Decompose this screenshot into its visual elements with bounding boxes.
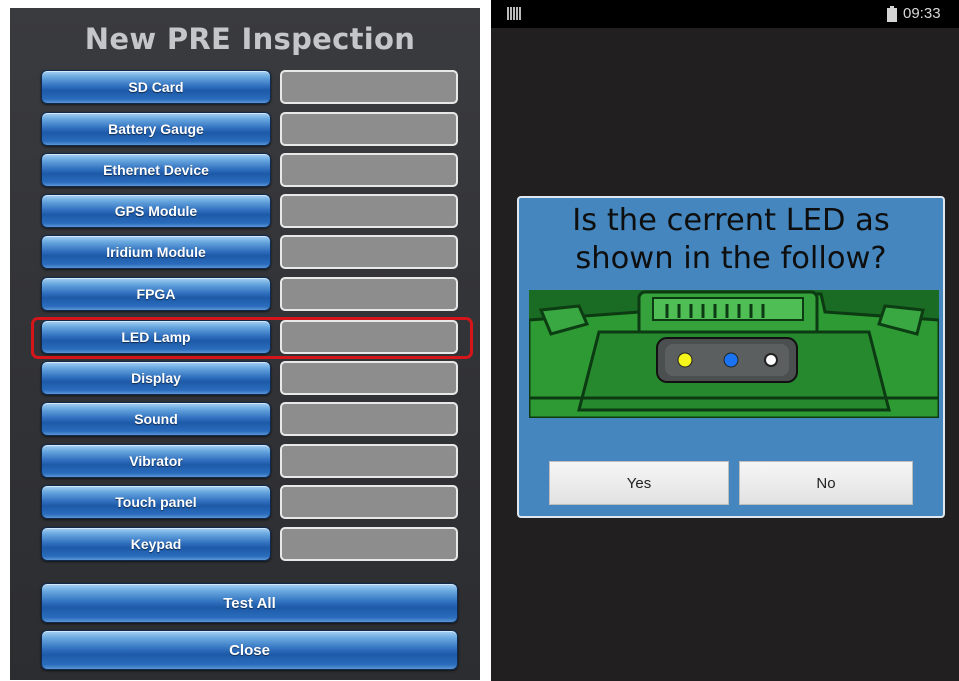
- status-time: 09:33: [903, 5, 941, 22]
- test-button-keypad[interactable]: Keypad: [41, 527, 271, 561]
- result-field-iridium-module: [280, 235, 458, 269]
- close-button[interactable]: Close: [41, 630, 458, 670]
- test-button-fpga[interactable]: FPGA: [41, 277, 271, 311]
- device-led-photo: [529, 290, 939, 418]
- result-field-sound: [280, 402, 458, 436]
- test-button-battery-gauge[interactable]: Battery Gauge: [41, 112, 271, 146]
- test-button-ethernet-device[interactable]: Ethernet Device: [41, 153, 271, 187]
- status-bar: 09:33: [491, 0, 959, 28]
- result-field-sd-card: [280, 70, 458, 104]
- test-button-gps-module[interactable]: GPS Module: [41, 194, 271, 228]
- led-lamp-highlight: [31, 317, 473, 359]
- result-field-ethernet-device: [280, 153, 458, 187]
- dialog-question: Is the cerrent LED as shown in the follo…: [572, 203, 890, 276]
- test-button-touch-panel[interactable]: Touch panel: [41, 485, 271, 519]
- no-button[interactable]: No: [739, 461, 913, 505]
- result-field-battery-gauge: [280, 112, 458, 146]
- result-field-fpga: [280, 277, 458, 311]
- page-title: New PRE Inspection: [84, 22, 416, 56]
- yes-button[interactable]: Yes: [549, 461, 729, 505]
- result-field-display: [280, 361, 458, 395]
- test-all-button[interactable]: Test All: [41, 583, 458, 623]
- led-confirm-dialog: Is the cerrent LED as shown in the follo…: [517, 196, 945, 518]
- test-button-iridium-module[interactable]: Iridium Module: [41, 235, 271, 269]
- result-field-touch-panel: [280, 485, 458, 519]
- result-field-gps-module: [280, 194, 458, 228]
- result-field-vibrator: [280, 444, 458, 478]
- test-button-sd-card[interactable]: SD Card: [41, 70, 271, 104]
- battery-icon: [887, 6, 897, 22]
- test-button-display[interactable]: Display: [41, 361, 271, 395]
- test-button-vibrator[interactable]: Vibrator: [41, 444, 271, 478]
- signal-icon: [507, 7, 521, 20]
- test-button-sound[interactable]: Sound: [41, 402, 271, 436]
- device-screen: 09:33 Is the cerrent LED as shown in the…: [491, 0, 959, 681]
- inspection-screen: New PRE Inspection SD Card Battery Gauge…: [10, 8, 480, 680]
- result-field-keypad: [280, 527, 458, 561]
